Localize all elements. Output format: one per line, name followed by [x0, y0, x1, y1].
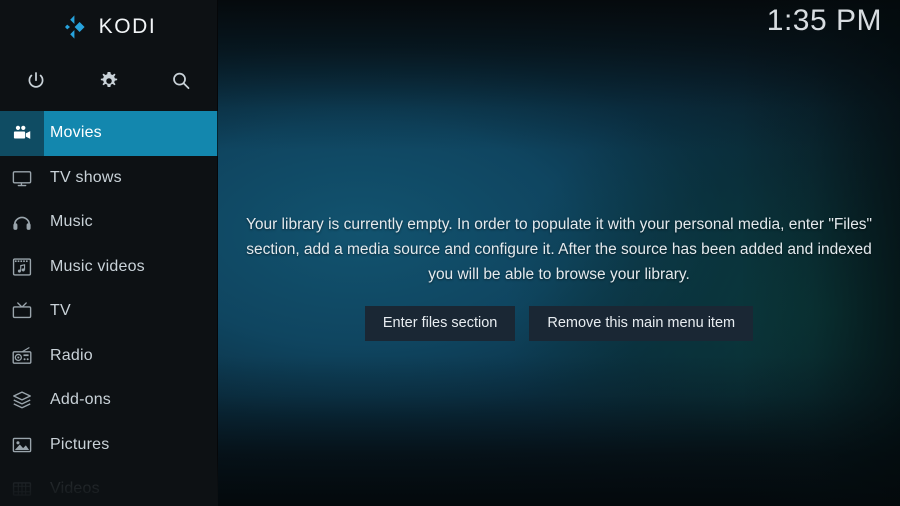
package-box-icon [0, 389, 44, 411]
movie-camera-icon [0, 122, 44, 144]
sidebar-item-label: Music [50, 213, 93, 231]
headphones-icon [0, 211, 44, 233]
sidebar-item-label: TV [50, 302, 71, 320]
picture-icon [0, 434, 44, 456]
sidebar-toolbar [0, 54, 218, 108]
brand-logo: KODI [0, 0, 218, 54]
sidebar-item-add-ons[interactable]: Add-ons [0, 378, 218, 423]
sidebar-item-label: TV shows [50, 168, 122, 186]
sidebar-item-tv-shows[interactable]: TV shows [0, 156, 218, 201]
radio-icon [0, 345, 44, 367]
main-content: Your library is currently empty. In orde… [218, 0, 900, 506]
sidebar-item-radio[interactable]: Radio [0, 334, 218, 379]
search-icon[interactable] [145, 54, 218, 108]
film-strip-icon [0, 478, 44, 500]
action-button-row: Enter files section Remove this main men… [364, 306, 754, 341]
kodi-app-window: 1:35 PM KODI Movies TV shows Music Music… [0, 0, 900, 506]
sidebar-item-label: Videos [50, 480, 100, 498]
clock: 1:35 PM [766, 4, 882, 37]
sidebar-item-tv[interactable]: TV [0, 289, 218, 334]
sidebar-item-label: Music videos [50, 257, 145, 275]
sidebar-item-music[interactable]: Music [0, 200, 218, 245]
television-icon [0, 167, 44, 189]
brand-name: KODI [98, 15, 157, 38]
enter-files-section-button[interactable]: Enter files section [364, 306, 516, 341]
empty-library-message: Your library is currently empty. In orde… [245, 216, 873, 283]
kodi-logo-icon [62, 14, 88, 40]
sidebar-menu: Movies TV shows Music Music videos TV Ra… [0, 111, 218, 506]
film-music-icon [0, 256, 44, 278]
sidebar-item-movies[interactable]: Movies [0, 111, 218, 156]
sidebar: KODI Movies TV shows Music Music videos … [0, 0, 218, 506]
sidebar-item-pictures[interactable]: Pictures [0, 423, 218, 468]
sidebar-item-label: Movies [50, 124, 102, 142]
retro-tv-icon [0, 300, 44, 322]
sidebar-item-label: Radio [50, 346, 93, 364]
sidebar-item-videos[interactable]: Videos [0, 467, 218, 506]
gear-icon[interactable] [73, 54, 146, 108]
sidebar-item-label: Pictures [50, 435, 110, 453]
power-icon[interactable] [0, 54, 73, 108]
remove-main-menu-item-button[interactable]: Remove this main menu item [529, 306, 754, 341]
sidebar-item-music-videos[interactable]: Music videos [0, 245, 218, 290]
sidebar-item-label: Add-ons [50, 391, 111, 409]
